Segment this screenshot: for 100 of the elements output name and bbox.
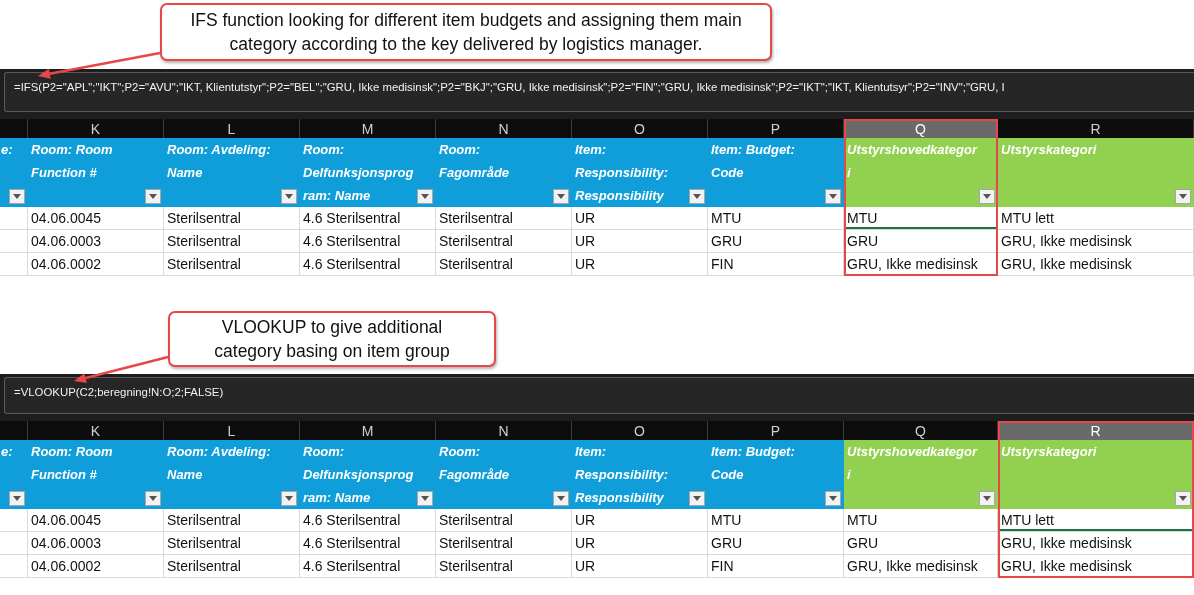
filter-button[interactable] [689, 189, 705, 204]
caret-icon [421, 194, 429, 199]
header-cell: Room: Room Function # [28, 138, 164, 207]
column-header[interactable]: K [28, 421, 164, 440]
table-cell: 4.6 Sterilsentral [300, 230, 436, 253]
header-cell: Utstyrskategori [998, 138, 1194, 207]
caret-icon [149, 496, 157, 501]
table-cell: GRU, Ikke medisinsk [998, 555, 1194, 578]
column-header[interactable]: N [436, 421, 572, 440]
table-cell: 4.6 Sterilsentral [300, 509, 436, 532]
caret-icon [983, 496, 991, 501]
caret-icon [149, 194, 157, 199]
header-cell: Item: Budget: Code [708, 440, 844, 509]
filter-button[interactable] [825, 189, 841, 204]
table-cell: 4.6 Sterilsentral [300, 532, 436, 555]
header-cell: Utstyrshovedkategori [844, 138, 998, 207]
callout-box: VLOOKUP to give additional category basing on item group [168, 311, 496, 367]
table-cell: GRU [708, 532, 844, 555]
filter-button[interactable] [9, 491, 25, 506]
filter-button[interactable] [145, 189, 161, 204]
table-cell: 04.06.0003 [28, 532, 164, 555]
table-cell: 04.06.0002 [28, 555, 164, 578]
table-cell: Sterilsentral [164, 207, 300, 230]
table-cell: FIN [708, 253, 844, 276]
caret-icon [1179, 194, 1187, 199]
table-cell: GRU, Ikke medisinsk [998, 532, 1194, 555]
table-cell: 04.06.0045 [28, 509, 164, 532]
column-header[interactable]: P [708, 421, 844, 440]
filter-button[interactable] [281, 189, 297, 204]
table-cell: Sterilsentral [436, 230, 572, 253]
filter-button[interactable] [553, 189, 569, 204]
header-cell: Room: Fagområde [436, 440, 572, 509]
filter-button[interactable] [825, 491, 841, 506]
table-cell: Sterilsentral [436, 509, 572, 532]
table-cell: UR [572, 532, 708, 555]
column-header[interactable]: L [164, 119, 300, 138]
filter-button[interactable] [979, 189, 995, 204]
table-cell: 04.06.0002 [28, 253, 164, 276]
column-header[interactable]: N [436, 119, 572, 138]
column-header[interactable]: L [164, 421, 300, 440]
caret-icon [421, 496, 429, 501]
column-header[interactable]: R [998, 119, 1194, 138]
filter-button[interactable] [979, 491, 995, 506]
table-cell: Sterilsentral [436, 253, 572, 276]
column-header[interactable]: M [300, 119, 436, 138]
table-cell: GRU, Ikke medisinsk [998, 230, 1194, 253]
filter-button[interactable] [1175, 491, 1191, 506]
table-cell: Sterilsentral [164, 230, 300, 253]
filter-button[interactable] [281, 491, 297, 506]
table-cell: Sterilsentral [164, 532, 300, 555]
filter-button[interactable] [417, 491, 433, 506]
filter-button[interactable] [689, 491, 705, 506]
header-cell: Item: Responsibility: Responsibility [572, 440, 708, 509]
caret-icon [829, 496, 837, 501]
header-cell: Room: Avdeling: Name [164, 440, 300, 509]
table-cell: 04.06.0045 [28, 207, 164, 230]
caret-icon [1179, 496, 1187, 501]
filter-button[interactable] [553, 491, 569, 506]
table-cell: UR [572, 555, 708, 578]
filter-button[interactable] [1175, 189, 1191, 204]
formula-bar[interactable]: =VLOOKUP(C2;beregning!N:O;2;FALSE) [4, 377, 1194, 414]
column-header[interactable]: O [572, 119, 708, 138]
header-cell: Utstyrshovedkategori [844, 440, 998, 509]
table-cell: UR [572, 230, 708, 253]
filter-button[interactable] [9, 189, 25, 204]
header-cell: Room: Delfunksjonsprogram: Name [300, 440, 436, 509]
table-cell: 04.06.0003 [28, 230, 164, 253]
column-header[interactable]: M [300, 421, 436, 440]
table-cell: 4.6 Sterilsentral [300, 555, 436, 578]
column-header[interactable]: P [708, 119, 844, 138]
table-cell: 4.6 Sterilsentral [300, 207, 436, 230]
table-cell: Sterilsentral [436, 532, 572, 555]
table-cell: MTU lett [998, 207, 1194, 230]
table-cell: GRU [708, 230, 844, 253]
header-cell: e: [0, 440, 28, 509]
caret-icon [693, 496, 701, 501]
filter-button[interactable] [145, 491, 161, 506]
caret-icon [557, 194, 565, 199]
formula-bar[interactable]: =IFS(P2="APL";"IKT";P2="AVU";"IKT, Klientutstyr";P2="BEL";"GRU, Ikke medisinsk";P2="BKJ";"GRU, Ikke medisinsk";P2="FIN";"GRU, Ikke medisinsk";P2="IKT";"IKT, Klientutsyr";P2="INV";"GRU, I [4, 72, 1194, 112]
table-cell: UR [572, 509, 708, 532]
header-cell: Room: Fagområde [436, 138, 572, 207]
header-cell: e: [0, 138, 28, 207]
column-header[interactable]: O [572, 421, 708, 440]
table-cell: GRU [844, 532, 998, 555]
column-header[interactable]: Q [844, 421, 998, 440]
header-cell: Item: Budget: Code [708, 138, 844, 207]
table-cell: GRU, Ikke medisinsk [998, 253, 1194, 276]
table-cell: GRU, Ikke medisinsk [844, 253, 998, 276]
table-cell: GRU, Ikke medisinsk [844, 555, 998, 578]
table-cell: UR [572, 253, 708, 276]
table-cell: Sterilsentral [436, 207, 572, 230]
column-header[interactable]: K [28, 119, 164, 138]
filter-button[interactable] [417, 189, 433, 204]
header-cell: Utstyrskategori [998, 440, 1194, 509]
caret-icon [983, 194, 991, 199]
caret-icon [829, 194, 837, 199]
table-cell: 4.6 Sterilsentral [300, 253, 436, 276]
caret-icon [285, 194, 293, 199]
header-cell: Room: Delfunksjonsprogram: Name [300, 138, 436, 207]
caret-icon [13, 194, 21, 199]
